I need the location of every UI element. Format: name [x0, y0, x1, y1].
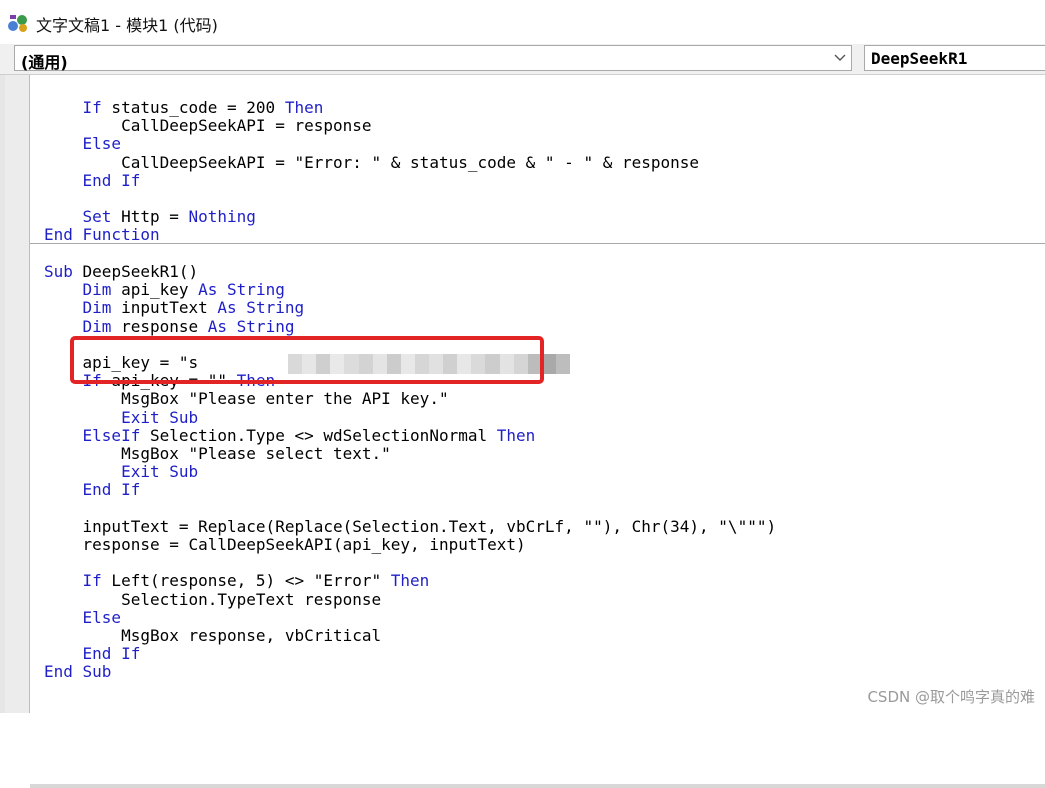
- code-token: DeepSeekR1(): [72, 262, 199, 281]
- object-dropdown[interactable]: (通用): [14, 45, 852, 72]
- code-token: Nothing: [188, 207, 256, 227]
- code-token: Exit Sub: [121, 462, 199, 482]
- procedure-dropdown[interactable]: DeepSeekR1: [864, 45, 1045, 71]
- code-line: End If: [44, 644, 141, 664]
- highlight-rectangle: [70, 336, 544, 384]
- combo-row: (通用) DeepSeekR1: [0, 44, 1045, 75]
- code-token: Then: [390, 571, 430, 591]
- code-token: Sub: [44, 262, 73, 281]
- margin-indicator-bar[interactable]: [5, 75, 30, 713]
- code-line: inputText = Replace(Replace(Selection.Te…: [44, 516, 777, 536]
- code-token: Dim: [82, 280, 112, 300]
- code-line: ElseIf Selection.Type <> wdSelectionNorm…: [44, 425, 536, 445]
- code-token: As String: [198, 280, 285, 300]
- code-line: If Left(response, 5) <> "Error" Then: [44, 571, 430, 591]
- code-editor[interactable]: If status_code = 200 Then CallDeepSeekAP…: [0, 75, 1045, 788]
- code-token: ElseIf: [82, 425, 141, 445]
- code-line: Else: [44, 607, 122, 627]
- code-token: As String: [217, 298, 305, 318]
- code-token: If: [82, 98, 102, 117]
- code-token: Dim: [82, 298, 112, 318]
- code-token: Selection.TypeText response: [44, 589, 382, 609]
- window-title: 文字文稿1 - 模块1 (代码): [36, 16, 218, 35]
- vba-module-icon: [8, 15, 27, 32]
- code-token: api_key: [111, 280, 199, 300]
- code-line: End If: [44, 170, 141, 190]
- code-line: Dim response As String: [44, 316, 295, 336]
- code-line: CallDeepSeekAPI = "Error: " & status_cod…: [44, 152, 700, 172]
- code-line: Dim api_key As String: [44, 281, 285, 299]
- code-token: Then: [496, 425, 536, 445]
- object-dropdown-value: (通用): [21, 53, 68, 72]
- code-token: Exit Sub: [121, 407, 199, 427]
- code-line: If status_code = 200 Then: [44, 98, 324, 117]
- code-line: Else: [44, 134, 122, 154]
- code-token: MsgBox "Please enter the API key.": [44, 389, 449, 409]
- watermark: CSDN @取个鸣字真的难: [867, 688, 1035, 706]
- code-token: Http =: [111, 207, 189, 227]
- procedure-divider: [30, 243, 1045, 244]
- code-token: Else: [82, 134, 122, 154]
- code-token: MsgBox response, vbCritical: [44, 626, 382, 645]
- code-token: End If: [82, 480, 141, 500]
- code-token: End Function: [44, 225, 160, 245]
- code-line: End Function: [44, 226, 160, 244]
- code-pane[interactable]: If status_code = 200 Then CallDeepSeekAP…: [30, 75, 1045, 713]
- code-token: As String: [207, 316, 295, 336]
- code-token: If: [82, 571, 102, 591]
- code-token: End If: [82, 644, 141, 664]
- code-token: Left(response, 5) <> "Error": [101, 571, 391, 591]
- code-token: Then: [284, 98, 324, 117]
- code-line: Set Http = Nothing: [44, 208, 256, 226]
- code-token: response: [111, 316, 208, 336]
- code-token: End Sub: [44, 662, 112, 682]
- code-line: Dim inputText As String: [44, 298, 305, 318]
- code-line: MsgBox "Please select text.": [44, 445, 391, 463]
- code-token: MsgBox "Please select text.": [44, 444, 391, 463]
- procedure-dropdown-value: DeepSeekR1: [871, 49, 968, 68]
- code-token: status_code = 200: [101, 98, 285, 117]
- code-line: Exit Sub: [44, 407, 199, 427]
- code-token: Else: [82, 607, 122, 627]
- code-token: response = CallDeepSeekAPI(api_key, inpu…: [44, 535, 526, 554]
- code-line: Exit Sub: [44, 463, 198, 481]
- code-line: CallDeepSeekAPI = response: [44, 116, 372, 136]
- code-line: MsgBox response, vbCritical: [44, 627, 381, 645]
- code-token: CallDeepSeekAPI = response: [44, 116, 372, 136]
- code-line: MsgBox "Please enter the API key.": [44, 390, 449, 408]
- code-token: inputText = Replace(Replace(Selection.Te…: [44, 516, 777, 536]
- vba-editor-window: 文字文稿1 - 模块1 (代码) (通用) DeepSeekR1 If stat…: [0, 0, 1045, 788]
- code-token: End If: [82, 170, 141, 190]
- code-line: End Sub: [44, 663, 111, 681]
- code-line: End If: [44, 480, 141, 500]
- horizontal-scrollbar[interactable]: [30, 784, 1045, 788]
- code-token: CallDeepSeekAPI = "Error: " & status_cod…: [44, 152, 700, 172]
- code-token: Set: [82, 207, 112, 227]
- code-line: response = CallDeepSeekAPI(api_key, inpu…: [44, 536, 526, 554]
- title-bar: 文字文稿1 - 模块1 (代码): [0, 0, 1045, 45]
- code-token: Dim: [82, 316, 112, 336]
- code-line: Selection.TypeText response: [44, 589, 382, 609]
- chevron-down-icon[interactable]: [829, 46, 851, 70]
- code-token: Selection.Type <> wdSelectionNormal: [140, 425, 497, 445]
- code-line: Sub DeepSeekR1(): [44, 263, 198, 281]
- code-token: inputText: [111, 298, 218, 318]
- redaction-block: [555, 354, 571, 374]
